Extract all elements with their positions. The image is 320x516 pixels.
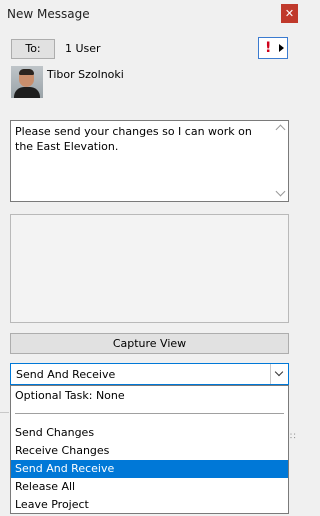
background-edge <box>0 412 9 431</box>
task-option-send-changes[interactable]: Send Changes <box>11 424 288 442</box>
dropdown-separator <box>15 413 284 414</box>
close-button[interactable]: ✕ <box>281 4 298 23</box>
task-option-send-and-receive[interactable]: Send And Receive <box>11 460 288 478</box>
task-option-receive-changes[interactable]: Receive Changes <box>11 442 288 460</box>
background-edge-dots: ∷ <box>290 432 296 442</box>
task-dropdown-list[interactable]: Optional Task: None Send Changes Receive… <box>10 385 289 514</box>
scroll-down-icon[interactable] <box>275 186 286 197</box>
title-bar: New Message ✕ <box>0 0 300 28</box>
message-textarea[interactable]: Please send your changes so I can work o… <box>10 120 289 202</box>
task-select[interactable]: Send And Receive <box>10 363 289 385</box>
recipient-count: 1 User <box>65 42 101 55</box>
task-select-toggle[interactable] <box>270 364 288 384</box>
captured-view-preview <box>10 214 289 323</box>
task-option-none[interactable]: Optional Task: None <box>11 387 288 405</box>
dropdown-arrow-icon <box>279 44 284 52</box>
user-name: Tibor Szolnoki <box>47 68 124 81</box>
to-button[interactable]: To: <box>11 39 55 59</box>
task-option-leave-project[interactable]: Leave Project <box>11 496 288 514</box>
exclamation-icon: ! <box>265 40 272 56</box>
avatar <box>11 66 43 98</box>
task-select-value: Send And Receive <box>16 368 116 381</box>
scroll-up-icon[interactable] <box>275 124 286 135</box>
capture-view-button[interactable]: Capture View <box>10 333 289 354</box>
message-text: Please send your changes so I can work o… <box>15 125 252 153</box>
close-icon: ✕ <box>284 7 295 20</box>
window-title: New Message <box>7 7 90 21</box>
priority-button[interactable]: ! <box>258 37 288 59</box>
task-option-release-all[interactable]: Release All <box>11 478 288 496</box>
chevron-down-icon <box>274 367 284 377</box>
message-scrollbar[interactable] <box>274 121 288 201</box>
